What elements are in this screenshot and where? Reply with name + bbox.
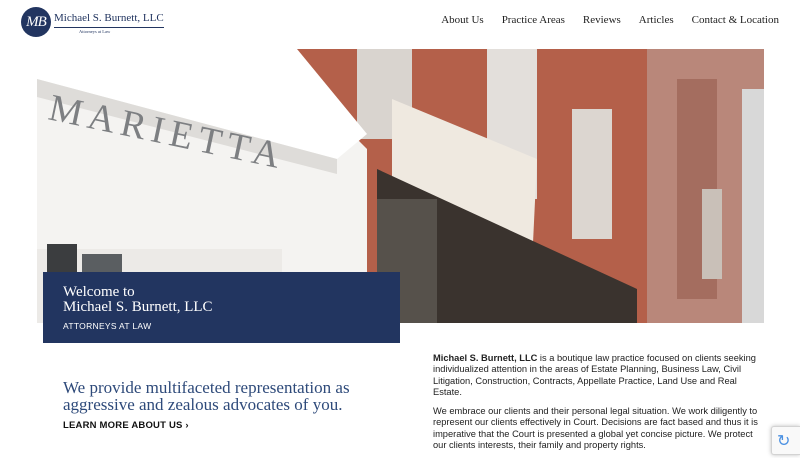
site-header: MB Michael S. Burnett, LLC Attorneys at … <box>0 0 800 44</box>
logo-name: Michael S. Burnett, LLC <box>54 12 164 24</box>
nav-contact-location[interactable]: Contact & Location <box>692 14 779 26</box>
nav-practice-areas[interactable]: Practice Areas <box>502 14 565 26</box>
welcome-banner: Welcome to Michael S. Burnett, LLC ATTOR… <box>43 272 400 343</box>
tagline: We provide multifaceted representation a… <box>63 378 350 414</box>
intro-firm-name: Michael S. Burnett, LLC <box>433 353 538 363</box>
recaptcha-badge[interactable]: ↻ <box>771 426 800 455</box>
welcome-subtitle: ATTORNEYS AT LAW <box>63 321 152 331</box>
site-logo[interactable]: MB Michael S. Burnett, LLC Attorneys at … <box>21 7 164 37</box>
recaptcha-icon: ↻ <box>777 433 791 450</box>
main-nav: About Us Practice Areas Reviews Articles… <box>423 14 779 26</box>
welcome-line1: Welcome to <box>63 284 135 300</box>
logo-divider <box>54 27 164 28</box>
nav-articles[interactable]: Articles <box>639 14 674 26</box>
learn-more-link[interactable]: LEARN MORE ABOUT US › <box>63 420 189 431</box>
intro-paragraph-1: Michael S. Burnett, LLC is a boutique la… <box>433 353 768 398</box>
logo-subtitle: Attorneys at Law <box>79 29 111 34</box>
nav-reviews[interactable]: Reviews <box>583 14 621 26</box>
nav-about-us[interactable]: About Us <box>441 14 483 26</box>
intro-text: Michael S. Burnett, LLC is a boutique la… <box>433 353 768 458</box>
welcome-line2: Michael S. Burnett, LLC <box>63 299 213 315</box>
intro-paragraph-2: We embrace our clients and their persona… <box>433 406 758 451</box>
logo-monogram: MB <box>21 7 51 37</box>
